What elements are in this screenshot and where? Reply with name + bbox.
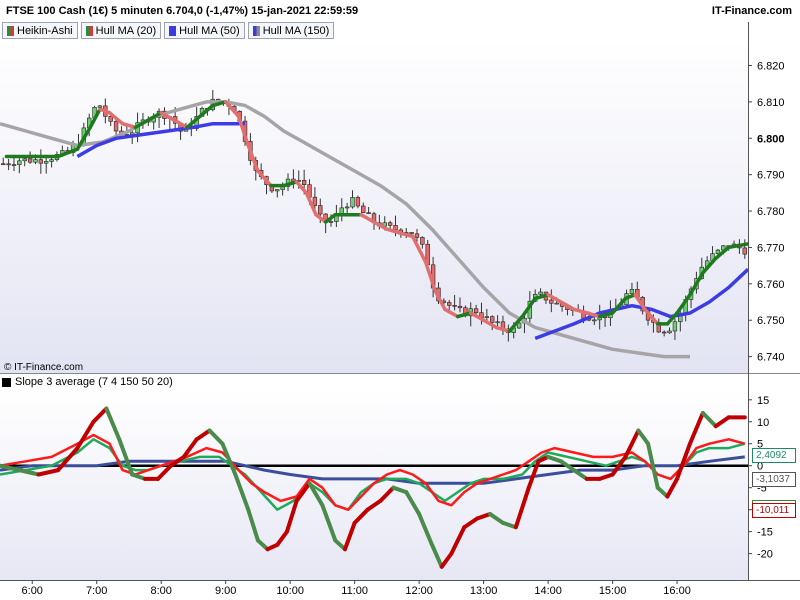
chart-canvas[interactable]: 6:00 7:00 8:00 9:00 10:00 11:00 12:00 13:00 14:0… xyxy=(0,0,800,600)
candle-down xyxy=(361,205,366,213)
time-tick-label: 16:00 xyxy=(663,585,691,597)
candle-down xyxy=(742,247,747,255)
indicator-tick-label: 10 xyxy=(757,417,769,429)
indicator-tick-label: -20 xyxy=(757,549,773,561)
chart-window: FTSE 100 Cash (1€) 5 minuten 6.704,0 (-1… xyxy=(0,0,800,600)
candle-down xyxy=(387,222,393,226)
candle-down xyxy=(27,158,33,163)
price-tick-label: 6.810 xyxy=(757,97,785,109)
candle-up xyxy=(22,158,27,162)
time-tick-label: 14:00 xyxy=(534,585,562,597)
sub-legend-label: Slope 3 average (7 4 150 50 20) xyxy=(15,376,173,388)
candle-down xyxy=(6,163,11,166)
price-tick-label: 6.800 xyxy=(757,133,785,145)
candle-up xyxy=(33,159,38,163)
candle-down xyxy=(38,159,44,164)
candle-down xyxy=(414,233,420,238)
candle-down xyxy=(113,120,119,132)
price-tick-label: 6.740 xyxy=(757,352,785,364)
price-tick-label: 6.750 xyxy=(757,315,785,327)
candle-down xyxy=(355,197,361,207)
time-tick-label: 8:00 xyxy=(150,585,171,597)
candle-up xyxy=(592,319,597,322)
candle-up xyxy=(629,289,635,295)
candle-up xyxy=(17,160,22,165)
price-tick-label: 6.760 xyxy=(757,279,785,291)
candle-down xyxy=(312,196,318,206)
candle-down xyxy=(318,205,323,215)
time-tick-label: 12:00 xyxy=(405,585,433,597)
candle-up xyxy=(49,159,54,162)
time-tick-label: 10:00 xyxy=(276,585,304,597)
time-tick-label: 7:00 xyxy=(86,585,107,597)
candle-up xyxy=(97,105,103,108)
candle-down xyxy=(549,299,554,304)
value-badge: -10,011 xyxy=(752,502,796,518)
price-tick-label: 6.780 xyxy=(757,206,785,218)
candle-up xyxy=(538,291,543,295)
candle-up xyxy=(672,321,678,332)
indicator-tick-label: 15 xyxy=(757,395,769,407)
candle-down xyxy=(11,164,17,166)
candle-up xyxy=(339,207,344,214)
time-tick-label: 13:00 xyxy=(470,585,498,597)
candle-up xyxy=(275,189,280,192)
time-tick-label: 11:00 xyxy=(341,585,368,597)
candle-down xyxy=(393,225,398,231)
indicator-sub-legend[interactable]: Slope 3 average (7 4 150 50 20) xyxy=(2,376,173,388)
candle-down xyxy=(661,331,667,334)
value-badge: -3,1037 xyxy=(752,472,796,488)
candle-down xyxy=(1,163,6,166)
time-tick-label: 6:00 xyxy=(22,585,43,597)
indicator-tick-label: -15 xyxy=(757,527,773,539)
candle-down xyxy=(473,308,479,314)
candle-up xyxy=(344,206,350,209)
price-tick-label: 6.790 xyxy=(757,170,785,182)
candle-down xyxy=(366,212,371,215)
candle-up xyxy=(667,330,672,334)
slope-swatch-icon xyxy=(2,377,11,387)
candle-down xyxy=(452,305,457,307)
candle-up xyxy=(44,161,49,164)
candle-up xyxy=(328,221,334,223)
price-tick-label: 6.770 xyxy=(757,242,785,254)
candle-up xyxy=(484,316,490,319)
time-tick-label: 15:00 xyxy=(599,585,627,597)
candle-down xyxy=(301,180,307,185)
candle-down xyxy=(457,305,463,309)
candle-up xyxy=(495,321,500,324)
candle-down xyxy=(420,237,425,245)
time-tick-label: 9:00 xyxy=(215,585,236,597)
candle-up xyxy=(554,302,559,305)
candle-down xyxy=(447,302,452,306)
candle-down xyxy=(490,316,495,323)
price-panel-background xyxy=(0,40,748,373)
candle-up xyxy=(350,197,355,208)
price-tick-label: 6.820 xyxy=(757,60,785,72)
candle-down xyxy=(409,232,414,235)
copyright-text: © IT-Finance.com xyxy=(4,362,84,373)
value-badge: 2,4092 xyxy=(752,448,796,464)
